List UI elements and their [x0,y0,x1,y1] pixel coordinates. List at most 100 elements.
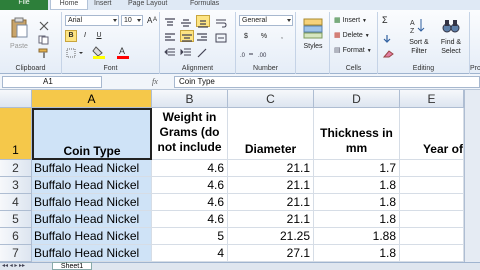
col-header-b[interactable]: B [152,90,228,108]
orientation-icon[interactable] [196,45,210,58]
cell-d4[interactable]: 1.8 [314,194,400,211]
decrease-decimal-icon[interactable]: .00 [258,46,272,59]
tab-file[interactable]: File [0,0,48,10]
col-header-d[interactable]: D [314,90,400,108]
row-header-1[interactable]: 1 [0,108,32,160]
decrease-indent-icon[interactable] [164,45,178,57]
select-all-corner[interactable] [0,90,32,108]
cell-a5[interactable]: Buffalo Head Nickel [32,211,152,228]
cell-b6[interactable]: 5 [152,228,228,245]
clipboard-icon [11,17,28,38]
cell-d6[interactable]: 1.88 [314,228,400,245]
fx-icon[interactable]: fx [152,77,158,86]
font-name-dropdown[interactable]: Arial [65,15,119,26]
align-right-icon[interactable] [196,30,210,42]
col-header-c[interactable]: C [228,90,314,108]
increase-decimal-icon[interactable]: .0 [240,46,254,59]
cell-e4[interactable] [400,194,464,211]
align-left-icon[interactable] [164,30,178,42]
cell-c2[interactable]: 21.1 [228,160,314,177]
cell-b7[interactable]: 4 [152,245,228,262]
col-header-a[interactable]: A [32,90,152,108]
row-header-4[interactable]: 4 [0,194,32,211]
cell-e6[interactable] [400,228,464,245]
increase-indent-icon[interactable] [180,45,194,57]
font-size-dropdown[interactable]: 10 [121,15,143,26]
cell-d2[interactable]: 1.7 [314,160,400,177]
cell-a3[interactable]: Buffalo Head Nickel [32,177,152,194]
sheet-tab-sheet1[interactable]: Sheet1 [52,262,92,270]
comma-button[interactable]: , [276,31,288,42]
vertical-scrollbar[interactable] [464,90,480,262]
cell-a6[interactable]: Buffalo Head Nickel [32,228,152,245]
row-header-6[interactable]: 6 [0,228,32,245]
cell-d1[interactable]: Thickness in mm [314,108,400,160]
tab-formulas[interactable]: Formulas [190,0,230,10]
cell-e3[interactable] [400,177,464,194]
number-format-dropdown[interactable]: General [239,15,293,26]
bold-button[interactable]: B [65,30,77,42]
row-header-7[interactable]: 7 [0,245,32,262]
currency-button[interactable]: $ [240,31,252,42]
italic-button[interactable]: I [79,30,91,42]
cell-c7[interactable]: 27.1 [228,245,314,262]
cell-b4[interactable]: 4.6 [152,194,228,211]
cell-b2[interactable]: 4.6 [152,160,228,177]
cell-e2[interactable] [400,160,464,177]
cell-c6[interactable]: 21.25 [228,228,314,245]
cell-b5[interactable]: 4.6 [152,211,228,228]
cell-d7[interactable]: 1.8 [314,245,400,262]
cell-a2[interactable]: Buffalo Head Nickel [32,160,152,177]
fill-down-icon[interactable] [382,31,396,43]
cell-a1[interactable]: Coin Type [32,108,152,160]
tab-insert[interactable]: Insert [94,0,122,10]
cell-a4[interactable]: Buffalo Head Nickel [32,194,152,211]
align-middle-icon[interactable] [180,15,194,27]
borders-button[interactable] [65,46,87,58]
row-header-2[interactable]: 2 [0,160,32,177]
cell-c5[interactable]: 21.1 [228,211,314,228]
font-name-value: Arial [68,17,83,24]
cell-c3[interactable]: 21.1 [228,177,314,194]
format-cells-button[interactable]: ▤ Format ▼ [334,46,376,56]
cut-icon[interactable] [38,18,52,31]
clear-icon[interactable] [382,46,396,58]
cell-b3[interactable]: 4.6 [152,177,228,194]
autosum-button[interactable]: Σ [382,16,402,25]
col-header-e[interactable]: E [400,90,464,108]
delete-cells-button[interactable]: ▦ Delete ▼ [334,31,376,41]
align-top-icon[interactable] [164,15,178,27]
cell-c4[interactable]: 21.1 [228,194,314,211]
name-box[interactable]: A1 [2,76,102,88]
merge-center-icon[interactable] [215,30,229,43]
cell-b1[interactable]: Weight in Grams (do not include [152,108,228,160]
row-header-3[interactable]: 3 [0,177,32,194]
row-header-5[interactable]: 5 [0,211,32,228]
cell-d3[interactable]: 1.8 [314,177,400,194]
sort-filter-button[interactable]: AZ Sort & Filter [404,16,434,56]
underline-button[interactable]: U [93,30,105,42]
find-select-button[interactable]: Find & Select [436,16,466,56]
paste-button[interactable]: Paste [6,16,32,50]
cell-e7[interactable] [400,245,464,262]
format-painter-icon[interactable] [38,45,52,58]
cell-e1[interactable]: Year of [400,108,464,160]
cell-a7[interactable]: Buffalo Head Nickel [32,245,152,262]
fill-color-button[interactable] [92,45,112,59]
wrap-text-icon[interactable] [215,15,229,28]
tab-home[interactable]: Home [50,0,88,10]
font-color-button[interactable]: A [116,45,136,59]
cell-d5[interactable]: 1.8 [314,211,400,228]
styles-button[interactable]: Styles [298,16,328,56]
tab-page-layout[interactable]: Page Layout [128,0,176,10]
align-bottom-button[interactable] [196,15,210,28]
shrink-font-button[interactable]: A [152,15,158,26]
copy-icon[interactable] [38,32,52,45]
sheet-nav-arrows[interactable]: ◂◂ ◂ ▸ ▸▸ [2,263,50,270]
cell-c1[interactable]: Diameter [228,108,314,160]
percent-button[interactable]: % [258,31,270,42]
formula-input[interactable]: Coin Type [174,76,480,88]
align-center-button[interactable] [180,30,194,42]
cell-e5[interactable] [400,211,464,228]
insert-cells-button[interactable]: ▦ Insert ▼ [334,16,376,26]
